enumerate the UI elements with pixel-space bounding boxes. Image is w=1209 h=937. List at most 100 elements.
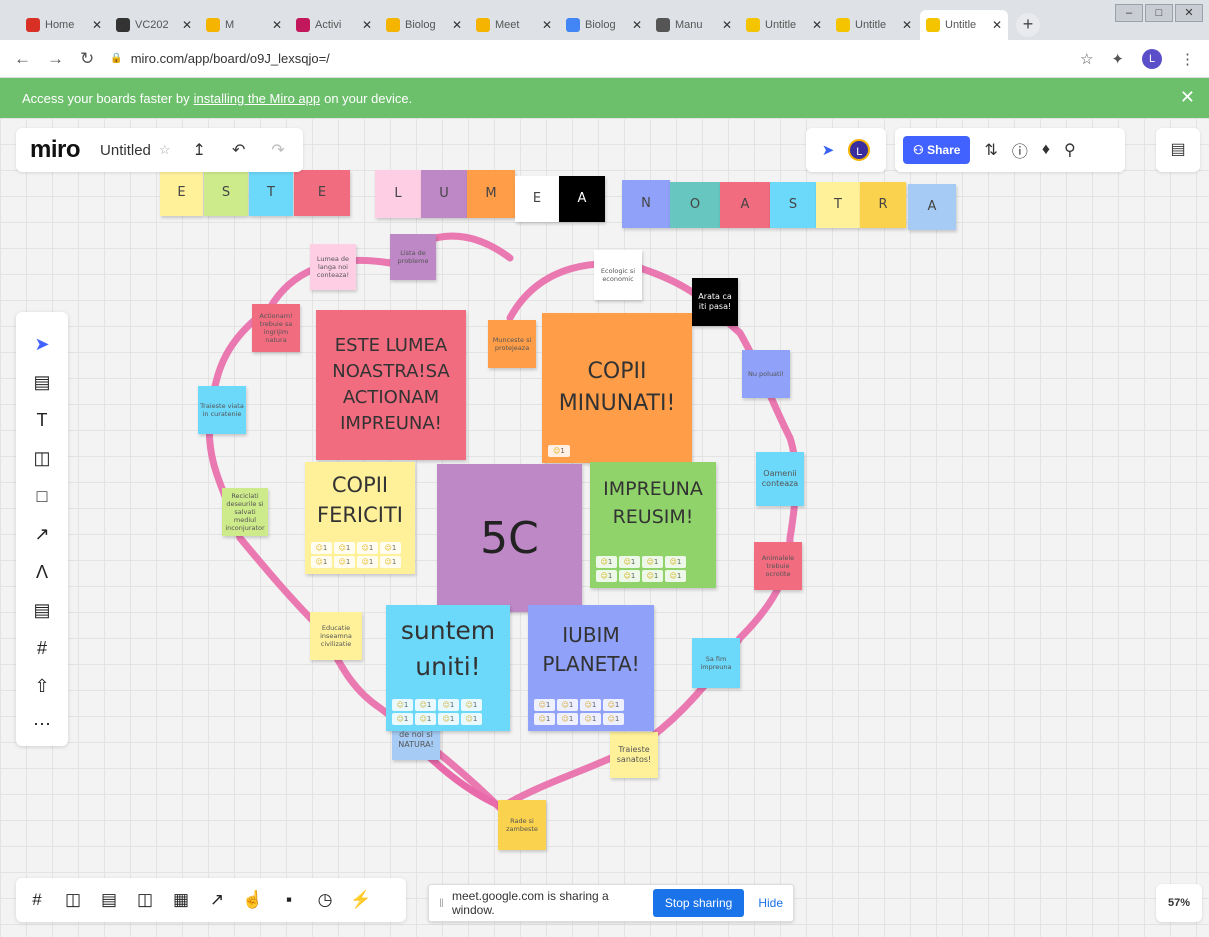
letter-sticky[interactable]: T — [249, 170, 293, 216]
letter-sticky[interactable]: A — [559, 176, 605, 222]
browser-tab[interactable]: Activi ✕ — [290, 10, 378, 40]
reaction-badge[interactable]: 1 — [461, 699, 482, 711]
reaction-badge[interactable]: 1 — [380, 542, 401, 554]
letter-sticky[interactable]: E — [294, 170, 350, 216]
reaction-badge[interactable]: 1 — [619, 556, 640, 568]
select-cursor-icon[interactable]: ➤ — [24, 326, 60, 362]
tab-close-icon[interactable]: ✕ — [452, 18, 462, 32]
forward-icon[interactable]: → — [47, 49, 64, 69]
letter-sticky[interactable]: U — [421, 170, 467, 218]
letter-sticky[interactable]: N — [622, 180, 670, 228]
reaction-badge[interactable]: 1 — [596, 570, 617, 582]
sticky-copii-minunati[interactable]: COPII MINUNATI! 1 — [542, 313, 692, 463]
sticky-note[interactable]: Sa fim impreuna — [692, 638, 740, 688]
reaction-badge[interactable]: 1 — [438, 699, 459, 711]
cards-icon[interactable]: ▦ — [170, 890, 192, 910]
hide-sharing-bar-link[interactable]: Hide — [758, 896, 783, 910]
chat-icon[interactable]: ◫ — [134, 890, 156, 910]
collaborator-avatar[interactable]: L — [848, 139, 871, 161]
sticky-note[interactable]: Rade si zambeste — [498, 800, 546, 850]
miro-logo[interactable]: miro — [30, 136, 81, 164]
reaction-badge[interactable]: 1 — [603, 713, 624, 725]
cursor-toggle-icon[interactable]: ➤ — [822, 141, 835, 159]
tab-close-icon[interactable]: ✕ — [542, 18, 552, 32]
reaction-badge[interactable]: 1 — [461, 713, 482, 725]
stop-sharing-button[interactable]: Stop sharing — [652, 889, 745, 917]
sticky-note[interactable]: Actionam! trebuie sa ingrijim natura — [252, 304, 300, 352]
help-icon[interactable]: ⓘ — [1012, 138, 1028, 162]
browser-tab[interactable]: Untitle ✕ — [830, 10, 918, 40]
frames-icon[interactable]: # — [26, 890, 48, 910]
letter-sticky[interactable]: T — [816, 182, 860, 228]
sticky-note[interactable]: Educatie inseamna civilizatie — [310, 612, 362, 660]
browser-tab[interactable]: Untitle ✕ — [920, 10, 1008, 40]
browser-tab[interactable]: Biolog ✕ — [380, 10, 468, 40]
sticky-note[interactable]: Arata ca iti pasa! — [692, 278, 738, 326]
install-app-link[interactable]: installing the Miro app — [194, 91, 320, 106]
browser-tab[interactable]: Home ✕ — [20, 10, 108, 40]
sticky-note-icon[interactable]: ◫ — [24, 440, 60, 476]
tab-close-icon[interactable]: ✕ — [722, 18, 732, 32]
video-chat-icon[interactable]: ▪ — [278, 890, 300, 910]
drag-handle-icon[interactable]: ‖ — [439, 896, 444, 910]
tab-close-icon[interactable]: ✕ — [992, 18, 1002, 32]
browser-tab[interactable]: Meet ✕ — [470, 10, 558, 40]
sticky-iubim-planeta[interactable]: IUBIM PLANETA! 1 1 1 1 1 1 1 1 — [528, 605, 654, 731]
sticky-este-lumea[interactable]: ESTE LUMEA NOASTRA!SA ACTIONAM IMPREUNA! — [316, 310, 466, 460]
letter-sticky[interactable]: E — [160, 170, 203, 216]
sticky-note[interactable]: Oamenii conteaza — [756, 452, 804, 506]
maximize-icon[interactable]: □ — [1145, 4, 1173, 22]
sticky-note[interactable]: Lista de probleme — [390, 234, 436, 280]
reaction-badge[interactable]: 1 — [665, 570, 686, 582]
reaction-badge[interactable]: 1 — [642, 570, 663, 582]
close-window-icon[interactable]: ✕ — [1175, 4, 1203, 22]
reaction-badge[interactable]: 1 — [311, 556, 332, 568]
reaction-badge[interactable]: 1 — [415, 713, 436, 725]
sticky-note[interactable]: Munceste si protejeaza — [488, 320, 536, 368]
reload-icon[interactable]: ↻ — [80, 49, 94, 69]
shape-tool-icon[interactable]: □ — [24, 478, 60, 514]
tab-close-icon[interactable]: ✕ — [632, 18, 642, 32]
browser-tab[interactable]: Untitle ✕ — [740, 10, 828, 40]
templates-icon[interactable]: ▤ — [24, 364, 60, 400]
tab-close-icon[interactable]: ✕ — [902, 18, 912, 32]
board-name[interactable]: Untitled — [100, 142, 151, 159]
letter-sticky[interactable]: E — [515, 176, 559, 222]
letter-sticky[interactable]: M — [467, 170, 515, 218]
pen-tool-icon[interactable]: Λ — [24, 554, 60, 590]
sticky-note[interactable]: Animalele trebuie ocrotite — [754, 542, 802, 590]
favorite-star-icon[interactable]: ☆ — [159, 142, 171, 158]
reaction-badge[interactable]: 1 — [580, 713, 601, 725]
undo-icon[interactable]: ↶ — [232, 140, 245, 160]
more-tools-icon[interactable]: ⋯ — [24, 706, 60, 742]
tab-close-icon[interactable]: ✕ — [362, 18, 372, 32]
sticky-note[interactable]: Reciclati deseurile si salvati mediul in… — [222, 488, 268, 536]
reaction-badge[interactable]: 1 — [334, 556, 355, 568]
timer-icon[interactable]: ◷ — [314, 890, 336, 910]
search-icon[interactable]: ⚲ — [1064, 140, 1076, 160]
new-tab-button[interactable]: + — [1016, 13, 1040, 37]
export-icon[interactable]: ↥ — [193, 140, 206, 160]
board-notes-icon[interactable]: ▤ — [1156, 128, 1200, 172]
reaction-badge[interactable]: 1 — [642, 556, 663, 568]
banner-close-icon[interactable]: ✕ — [1180, 87, 1195, 108]
sticky-note[interactable]: Nu poluati! — [742, 350, 790, 398]
reaction-badge[interactable]: 1 — [357, 542, 378, 554]
letter-sticky[interactable]: S — [770, 182, 816, 228]
reaction-badge[interactable]: 1 — [548, 445, 570, 457]
reaction-badge[interactable]: 1 — [380, 556, 401, 568]
reaction-badge[interactable]: 1 — [619, 570, 640, 582]
browser-tab[interactable]: VC202 ✕ — [110, 10, 198, 40]
browser-tab[interactable]: M ✕ — [200, 10, 288, 40]
reaction-badge[interactable]: 1 — [557, 713, 578, 725]
menu-dots-icon[interactable]: ⋮ — [1180, 50, 1195, 68]
reaction-badge[interactable]: 1 — [357, 556, 378, 568]
reaction-badge[interactable]: 1 — [415, 699, 436, 711]
upload-icon[interactable]: ⇧ — [24, 668, 60, 704]
reaction-badge[interactable]: 1 — [534, 713, 555, 725]
back-icon[interactable]: ← — [14, 49, 31, 69]
reaction-badge[interactable]: 1 — [311, 542, 332, 554]
letter-sticky[interactable]: A — [720, 182, 770, 228]
profile-avatar[interactable]: L — [1142, 48, 1162, 69]
extensions-icon[interactable]: ✦ — [1111, 50, 1124, 68]
